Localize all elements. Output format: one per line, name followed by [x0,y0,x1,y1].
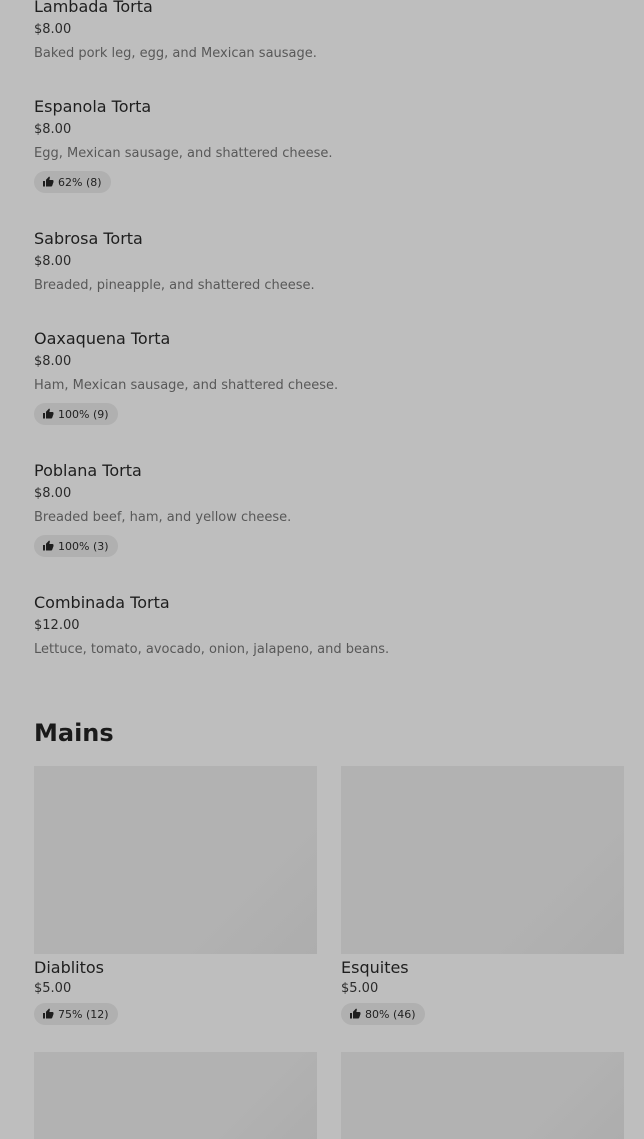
rating-text: 100% (3) [58,539,109,553]
thumbs-up-icon [43,540,54,551]
menu-item-lambada-torta[interactable]: Lambada Torta $8.00 Baked pork leg, egg,… [34,0,624,62]
rating-badge: 62% (8) [34,171,111,193]
thumbs-up-icon [43,176,54,187]
rating-badge: 100% (9) [34,403,118,425]
item-price: $8.00 [34,486,72,501]
item-description: Breaded beef, ham, and yellow cheese. [34,510,292,525]
thumbs-up-icon [43,1008,54,1019]
item-price: $8.00 [34,122,72,137]
item-description: Baked pork leg, egg, and Mexican sausage… [34,46,317,61]
thumbs-up-icon [43,408,54,419]
menu-card-next-right[interactable] [341,1052,624,1139]
rating-text: 80% (46) [365,1007,416,1021]
thumbs-up-icon [350,1008,361,1019]
rating-text: 62% (8) [58,175,102,189]
rating-badge: 80% (46) [341,1003,425,1025]
rating-text: 75% (12) [58,1007,109,1021]
item-title: Oaxaquena Torta [34,329,171,348]
item-title: Lambada Torta [34,0,153,16]
menu-card-next-left[interactable] [34,1052,317,1139]
item-price: $8.00 [34,354,72,369]
item-description: Breaded, pineapple, and shattered cheese… [34,278,315,293]
rating-text: 100% (9) [58,407,109,421]
rating-badge: 100% (3) [34,535,118,557]
item-description: Lettuce, tomato, avocado, onion, jalapen… [34,642,390,657]
menu-item-espanola-torta[interactable]: Espanola Torta $8.00 Egg, Mexican sausag… [34,97,624,193]
item-image-placeholder [34,1052,317,1139]
menu-item-combinada-torta[interactable]: Combinada Torta $12.00 Lettuce, tomato, … [34,593,624,658]
item-price: $12.00 [34,618,80,633]
item-title: Poblana Torta [34,461,142,480]
menu-page: Lambada Torta $8.00 Baked pork leg, egg,… [0,0,644,1139]
item-price: $8.00 [34,22,72,37]
section-heading-mains: Mains [34,719,114,747]
item-image-placeholder [341,1052,624,1139]
item-title: Sabrosa Torta [34,229,143,248]
item-description: Egg, Mexican sausage, and shattered chee… [34,146,333,161]
menu-item-poblana-torta[interactable]: Poblana Torta $8.00 Breaded beef, ham, a… [34,461,624,557]
card-title: Esquites [341,958,409,977]
rating-badge: 75% (12) [34,1003,118,1025]
item-title: Combinada Torta [34,593,170,612]
item-description: Ham, Mexican sausage, and shattered chee… [34,378,339,393]
menu-card-diablitos[interactable]: Diablitos $5.00 75% (12) [34,766,317,1025]
menu-card-esquites[interactable]: Esquites $5.00 80% (46) [341,766,624,1025]
card-title: Diablitos [34,958,105,977]
menu-item-sabrosa-torta[interactable]: Sabrosa Torta $8.00 Breaded, pineapple, … [34,229,624,294]
item-price: $8.00 [34,254,72,269]
item-image-placeholder [341,766,624,954]
menu-item-oaxaquena-torta[interactable]: Oaxaquena Torta $8.00 Ham, Mexican sausa… [34,329,624,425]
item-title: Espanola Torta [34,97,152,116]
card-price: $5.00 [341,981,379,996]
item-image-placeholder [34,766,317,954]
card-price: $5.00 [34,981,72,996]
